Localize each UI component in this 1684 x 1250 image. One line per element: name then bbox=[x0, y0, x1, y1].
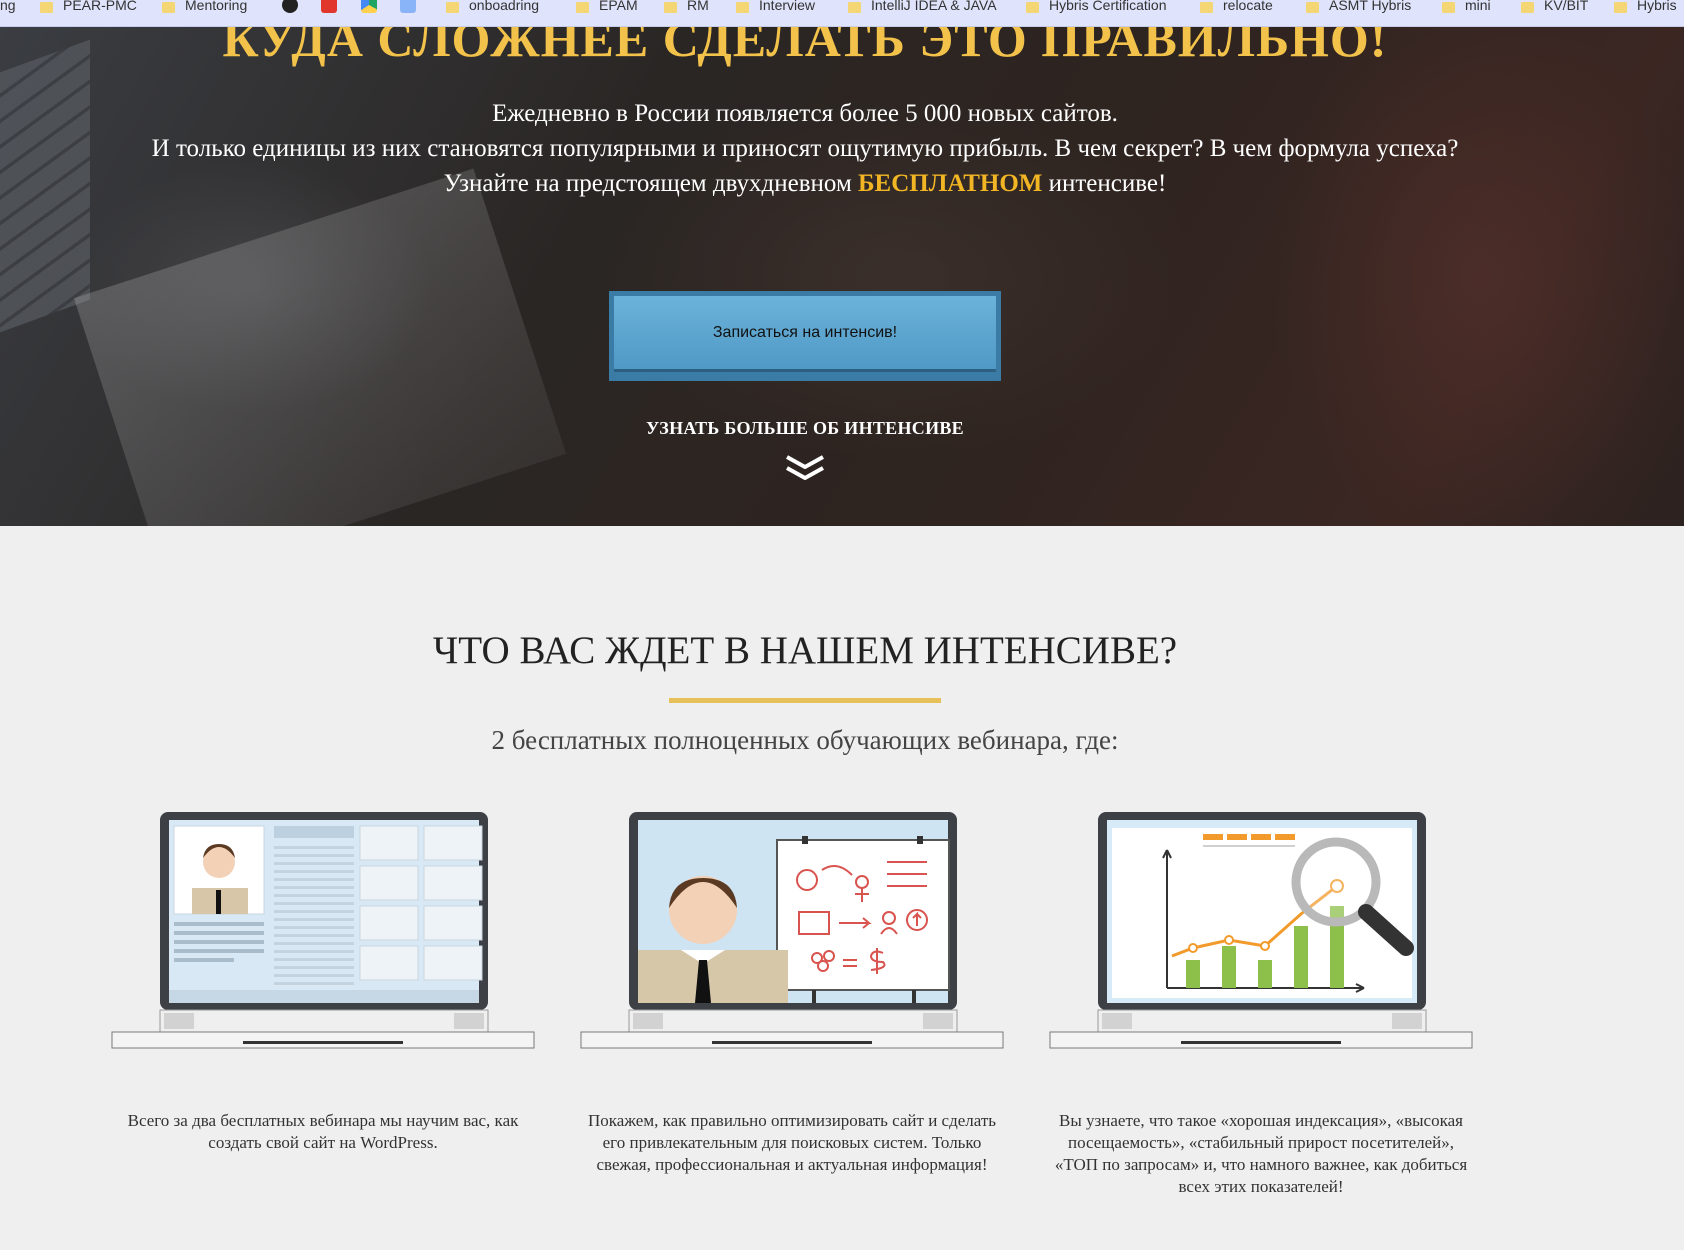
bookmark-hybris[interactable]: Hybris bbox=[1614, 0, 1677, 16]
bookmark-mini[interactable]: mini bbox=[1442, 0, 1491, 16]
folder-icon bbox=[1026, 1, 1039, 13]
folder-icon bbox=[736, 1, 749, 13]
bookmark-app-blue[interactable] bbox=[400, 0, 422, 16]
folder-icon bbox=[1200, 1, 1213, 13]
app-icon-red bbox=[321, 0, 337, 13]
folder-icon bbox=[1306, 1, 1319, 13]
feature-card-2: Покажем, как правильно оптимизировать са… bbox=[577, 810, 1007, 1174]
bookmark-label: IntelliJ IDEA & JAVA bbox=[871, 0, 997, 13]
hero-line-3: Узнайте на предстоящем двухдневном БЕСПЛ… bbox=[0, 166, 1610, 201]
hero-line-1: Ежедневно в России появляется более 5 00… bbox=[492, 100, 1118, 127]
bookmark-asmt-hybris[interactable]: ASMT Hybris bbox=[1306, 0, 1411, 16]
bookmark-ng[interactable]: ng bbox=[0, 0, 16, 16]
section-subtitle: 2 бесплатных полноценных обучающих вебин… bbox=[491, 725, 1119, 755]
bookmark-app-dark[interactable] bbox=[282, 0, 304, 16]
folder-icon bbox=[1442, 1, 1455, 13]
bookmark-label: PEAR-PMC bbox=[63, 0, 137, 13]
bookmark-label: Interview bbox=[759, 0, 816, 13]
folder-icon bbox=[664, 1, 677, 13]
bookmarks-bar: ng PEAR-PMC Mentoring onboadring EPAM RM… bbox=[0, 0, 1684, 27]
bookmark-label: RM bbox=[687, 0, 709, 13]
bookmark-label: ASMT Hybris bbox=[1329, 0, 1412, 13]
hero-title: КУДА СЛОЖНЕЕ СДЕЛАТЬ ЭТО ПРАВИЛЬНО! bbox=[222, 26, 1388, 67]
hero-background-paper bbox=[73, 168, 567, 526]
bookmark-app-red[interactable] bbox=[321, 0, 343, 16]
folder-icon bbox=[576, 1, 589, 13]
hero-line-3-end: интенсиве! bbox=[1042, 170, 1167, 197]
hero-line-3-text: Узнайте на предстоящем двухдневном bbox=[443, 170, 859, 197]
section-title: ЧТО ВАС ЖДЕТ В НАШЕМ ИНТЕНСИВЕ? bbox=[432, 629, 1178, 672]
hero-description: Ежедневно в России появляется более 5 00… bbox=[0, 96, 1610, 201]
learn-more-link[interactable]: УЗНАТЬ БОЛЬШЕ ОБ ИНТЕНСИВЕ bbox=[0, 418, 1610, 439]
laptop-profile-illustration bbox=[111, 812, 535, 1049]
hero-line-2: И только единицы из них становятся попул… bbox=[151, 135, 1459, 162]
free-highlight: БЕСПЛАТНОМ bbox=[858, 170, 1043, 197]
bookmark-label: Hybris Certification bbox=[1049, 0, 1167, 13]
folder-icon bbox=[446, 1, 459, 13]
google-drive-icon bbox=[361, 0, 377, 13]
feature-1-text: Всего за два бесплатных вебинара мы науч… bbox=[127, 1111, 519, 1152]
bookmark-intellij[interactable]: IntelliJ IDEA & JAVA bbox=[848, 0, 997, 16]
laptop-presenter-illustration bbox=[580, 812, 1004, 1049]
laptop-analytics-illustration bbox=[1049, 812, 1473, 1049]
bookmark-kv-bit[interactable]: KV/BIT bbox=[1521, 0, 1588, 16]
signup-button-label: Записаться на интенсив! bbox=[614, 296, 996, 372]
bookmark-relocate[interactable]: relocate bbox=[1200, 0, 1273, 16]
bookmark-google-drive[interactable] bbox=[361, 0, 383, 16]
bookmark-onboadring[interactable]: onboadring bbox=[446, 0, 539, 16]
double-chevron-down-icon[interactable] bbox=[783, 454, 827, 484]
bookmark-rm[interactable]: RM bbox=[664, 0, 709, 16]
bookmark-hybris-cert[interactable]: Hybris Certification bbox=[1026, 0, 1166, 16]
bookmark-label: relocate bbox=[1223, 0, 1273, 13]
bookmark-label: KV/BIT bbox=[1544, 0, 1589, 13]
bookmark-label: Hybris bbox=[1637, 0, 1677, 13]
folder-icon bbox=[1614, 1, 1627, 13]
signup-button[interactable]: Записаться на интенсив! bbox=[609, 291, 1001, 381]
feature-3-text: Вы узнаете, что такое «хорошая индексаци… bbox=[1054, 1111, 1468, 1196]
bookmark-epam[interactable]: EPAM bbox=[576, 0, 638, 16]
bookmark-label: Mentoring bbox=[185, 0, 248, 13]
bookmark-label: ng bbox=[0, 0, 16, 13]
feature-card-1: Всего за два бесплатных вебинара мы науч… bbox=[108, 810, 538, 1152]
feature-2-text: Покажем, как правильно оптимизировать са… bbox=[587, 1111, 997, 1174]
app-icon-blue bbox=[400, 0, 416, 13]
bookmark-label: EPAM bbox=[599, 0, 638, 13]
bookmark-mentoring[interactable]: Mentoring bbox=[162, 0, 247, 16]
section-title-underline bbox=[669, 698, 941, 703]
bookmark-pear-pmc[interactable]: PEAR-PMC bbox=[40, 0, 137, 16]
hero-section: КУДА СЛОЖНЕЕ СДЕЛАТЬ ЭТО ПРАВИЛЬНО! Ежед… bbox=[0, 26, 1684, 526]
app-icon-dark bbox=[282, 0, 298, 13]
folder-icon bbox=[162, 1, 175, 13]
bookmark-interview[interactable]: Interview bbox=[736, 0, 815, 16]
feature-card-3: Вы узнаете, что такое «хорошая индексаци… bbox=[1046, 810, 1476, 1196]
bookmark-label: onboadring bbox=[469, 0, 540, 13]
folder-icon bbox=[40, 1, 53, 13]
folder-icon bbox=[848, 1, 861, 13]
bookmark-label: mini bbox=[1465, 0, 1491, 13]
folder-icon bbox=[1521, 1, 1534, 13]
